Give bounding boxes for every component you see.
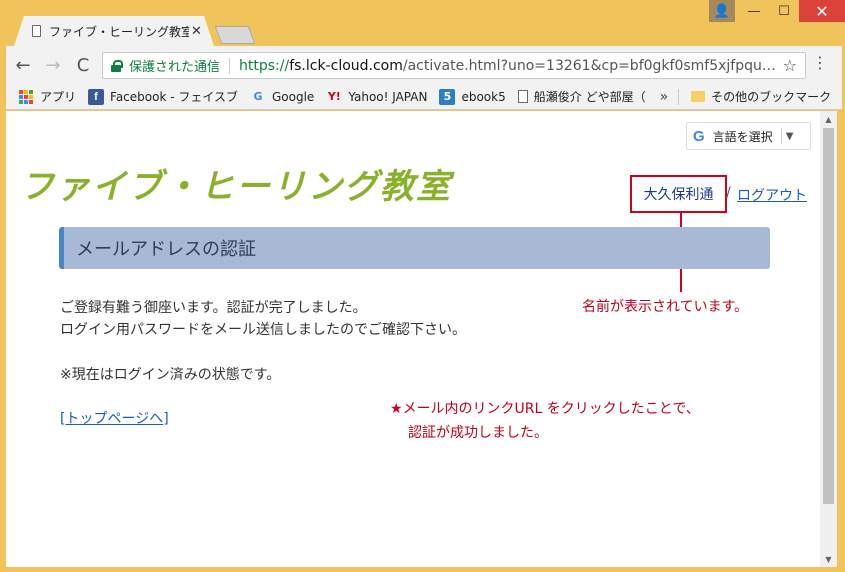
folder-icon (691, 91, 706, 102)
page-icon (517, 90, 528, 103)
message-line: ※現在はログイン済みの状態です。 (60, 367, 281, 383)
user-name[interactable]: 大久保利通 (644, 184, 714, 204)
bookmark-label: アプリ (40, 90, 77, 104)
annotation-name-shown: 名前が表示されています。 (582, 299, 749, 315)
site-logo-title[interactable]: ファイブ・ヒーリング教室 (20, 159, 452, 208)
reload-button[interactable]: C (70, 52, 96, 78)
address-bar[interactable]: 保護された通信 https:// fs.lck-cloud.com /activ… (102, 52, 806, 79)
language-select[interactable]: G 言語を選択 ▼ (686, 122, 811, 150)
bookmark-label: Yahoo! JAPAN (348, 89, 428, 104)
bookmark-label: Facebook - フェイスブ (110, 90, 238, 104)
url-path: /activate.html?uno=13261&cp=bf0gkf0smf5x… (402, 57, 776, 74)
apps-grid-icon (18, 89, 34, 105)
chevron-down-icon: ▼ (785, 130, 794, 142)
logout-link[interactable]: ログアウト (737, 185, 807, 205)
bracket: ] (163, 411, 169, 427)
yahoo-icon: Y! (327, 90, 341, 103)
annotation-auth-success: ★メール内のリンクURL をクリックしたことで、 認証が成功しました。 (390, 397, 700, 445)
forward-button[interactable]: → (40, 52, 66, 78)
minimize-button[interactable]: — (739, 0, 769, 22)
browser-toolbar: ← → C 保護された通信 https:// fs.lck-cloud.com … (6, 46, 842, 84)
page-content: G 言語を選択 ▼ ファイブ・ヒーリング教室 大久保利通 / ログアウト 名前が… (6, 111, 820, 567)
bookmark-label: Google (272, 89, 315, 104)
top-page-link[interactable]: トップページへ (65, 411, 163, 427)
bookmark-other[interactable]: その他のブックマーク (691, 88, 831, 105)
tab-title: ファイブ・ヒーリング教室 ( (49, 24, 189, 39)
vertical-scrollbar[interactable]: ▲ ▼ (820, 111, 837, 567)
bookmark-apps[interactable]: アプリ (18, 88, 76, 105)
menu-icon[interactable]: ⋮ (812, 55, 828, 71)
message-line: ログイン用パスワードをメール送信しましたのでご確認下さい。 (60, 322, 466, 338)
google-icon: G (253, 90, 263, 103)
close-window-button[interactable]: ✕ (799, 0, 845, 22)
top-page-link-wrapper: [トップページへ] (60, 408, 169, 428)
browser-tab[interactable]: ファイブ・ヒーリング教室 ( ✕ (14, 16, 214, 46)
maximize-button[interactable]: ☐ (769, 0, 799, 22)
language-select-label: 言語を選択 (712, 129, 773, 144)
bookmark-facebook[interactable]: f Facebook - フェイスブ (88, 88, 238, 105)
back-button[interactable]: ← (10, 52, 36, 78)
scroll-down-icon[interactable]: ▼ (820, 551, 837, 567)
browser-window: 👤 — ☐ ✕ ファイブ・ヒーリング教室 ( ✕ ← → C 保護された通信 h… (0, 0, 845, 572)
section-title: メールアドレスの認証 (59, 227, 770, 269)
new-tab-button[interactable] (214, 26, 256, 44)
bookmark-ebook5[interactable]: 5 ebook5 (439, 88, 506, 105)
page-icon (32, 25, 41, 37)
bookmark-google[interactable]: G Google (250, 89, 314, 105)
divider (678, 88, 680, 105)
user-name-highlight: 大久保利通 (630, 175, 727, 213)
google-icon: G (693, 127, 705, 145)
divider (229, 57, 231, 74)
url-host: fs.lck-cloud.com (289, 57, 403, 74)
bookmark-yahoo[interactable]: Y! Yahoo! JAPAN (326, 89, 428, 105)
user-separator: / (726, 185, 731, 201)
scroll-up-icon[interactable]: ▲ (820, 111, 837, 127)
bookmarks-bar: アプリ f Facebook - フェイスブ G Google Y! Yahoo… (6, 84, 842, 110)
bookmarks-overflow-icon[interactable]: » (660, 89, 669, 105)
bookmark-label: その他のブックマーク (711, 90, 832, 104)
message-line: ご登録有難う御座います。認証が完了しました。 (60, 300, 367, 316)
profile-icon[interactable]: 👤 (709, 0, 735, 22)
close-tab-icon[interactable]: ✕ (191, 24, 202, 39)
facebook-icon: f (88, 88, 105, 105)
bookmark-label: ebook5 (461, 89, 506, 104)
bookmark-label: 船瀬俊介 どや部屋（ (533, 90, 646, 104)
url-scheme: https:// (239, 57, 290, 74)
bookmark-funase[interactable]: 船瀬俊介 どや部屋（ (517, 88, 646, 105)
ebook5-icon: 5 (439, 88, 456, 105)
annotation-line: メール内のリンクURL をクリックしたことで、 (402, 401, 700, 417)
lock-icon[interactable] (111, 60, 123, 72)
bookmark-star-icon[interactable]: ☆ (783, 56, 797, 75)
star-icon: ★ (390, 401, 403, 417)
annotation-line: 認証が成功しました。 (408, 425, 548, 441)
divider (780, 128, 782, 144)
scrollbar-thumb[interactable] (823, 128, 834, 504)
secure-label[interactable]: 保護された通信 (129, 56, 220, 75)
window-controls: 👤 — ☐ ✕ (709, 0, 845, 22)
